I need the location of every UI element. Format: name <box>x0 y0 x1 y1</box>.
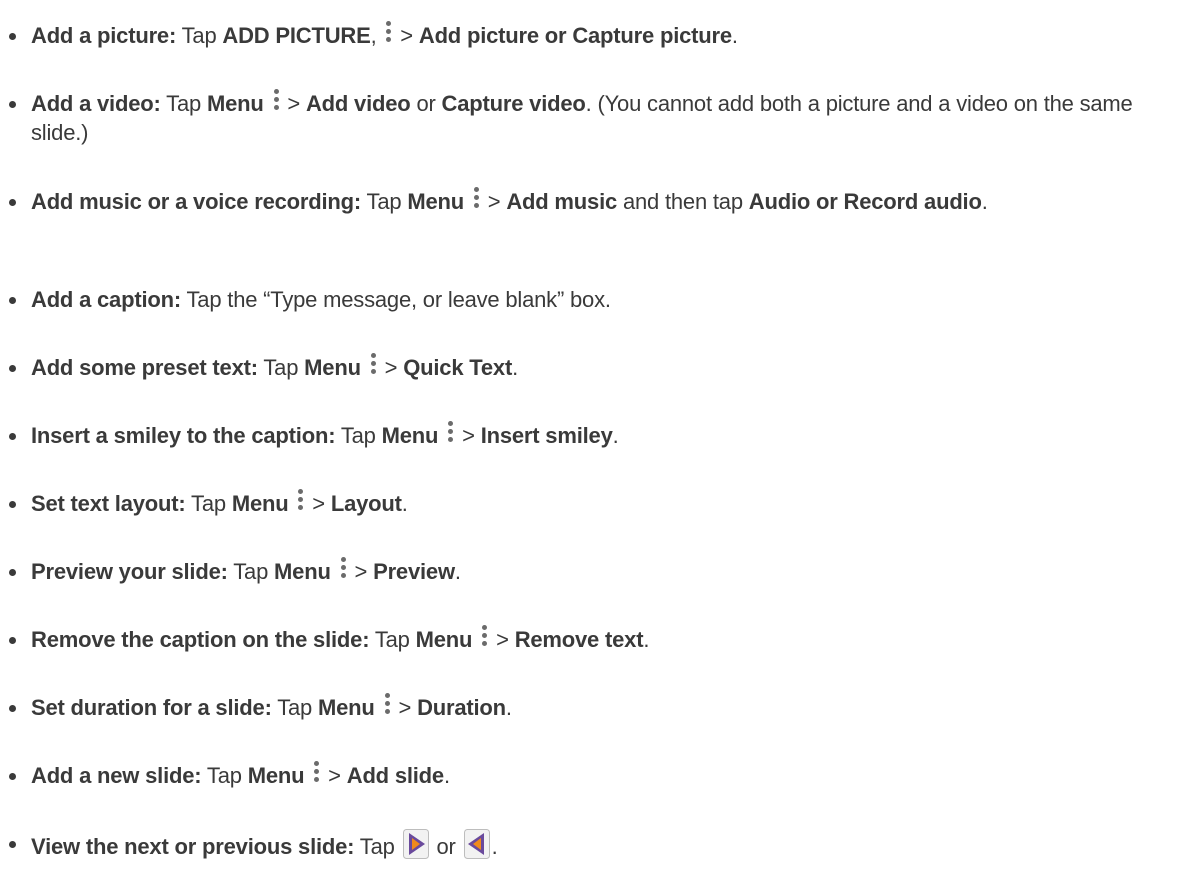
bullet <box>9 33 16 40</box>
bullet <box>9 501 16 508</box>
menu-dots-icon <box>311 761 321 787</box>
item-label: Add a picture: <box>31 23 177 48</box>
item-label: Add music or a voice recording: <box>31 189 361 214</box>
item-label: Insert a smiley to the caption: <box>31 423 336 448</box>
previous-slide-icon <box>463 829 490 859</box>
bullet <box>9 841 16 848</box>
item-label: Add a caption: <box>31 287 181 312</box>
item-label: Add a new slide: <box>31 763 202 788</box>
bullet <box>9 433 16 440</box>
menu-dots-icon <box>338 557 348 583</box>
item-label: View the next or previous slide: <box>31 834 355 859</box>
menu-dots-icon <box>368 353 378 379</box>
add-picture-button-label: ADD PICTURE <box>222 23 371 48</box>
item-label: Add a video: <box>31 91 161 116</box>
menu-dots-icon <box>445 421 455 447</box>
next-slide-icon <box>402 829 429 859</box>
bullet <box>9 705 16 712</box>
bullet <box>9 199 16 206</box>
menu-dots-icon <box>479 625 489 651</box>
menu-dots-icon <box>383 21 393 47</box>
bullet <box>9 297 16 304</box>
menu-dots-icon <box>382 693 392 719</box>
bullet <box>9 101 16 108</box>
item-label: Preview your slide: <box>31 559 228 584</box>
bullet <box>9 773 16 780</box>
menu-dots-icon <box>271 89 281 115</box>
menu-dots-icon <box>295 489 305 515</box>
bullet <box>9 637 16 644</box>
item-label: Add some preset text: <box>31 355 258 380</box>
item-label: Set duration for a slide: <box>31 695 272 720</box>
menu-dots-icon <box>471 187 481 213</box>
bullet <box>9 365 16 372</box>
item-label: Remove the caption on the slide: <box>31 627 370 652</box>
item-label: Set text layout: <box>31 491 186 516</box>
bullet <box>9 569 16 576</box>
